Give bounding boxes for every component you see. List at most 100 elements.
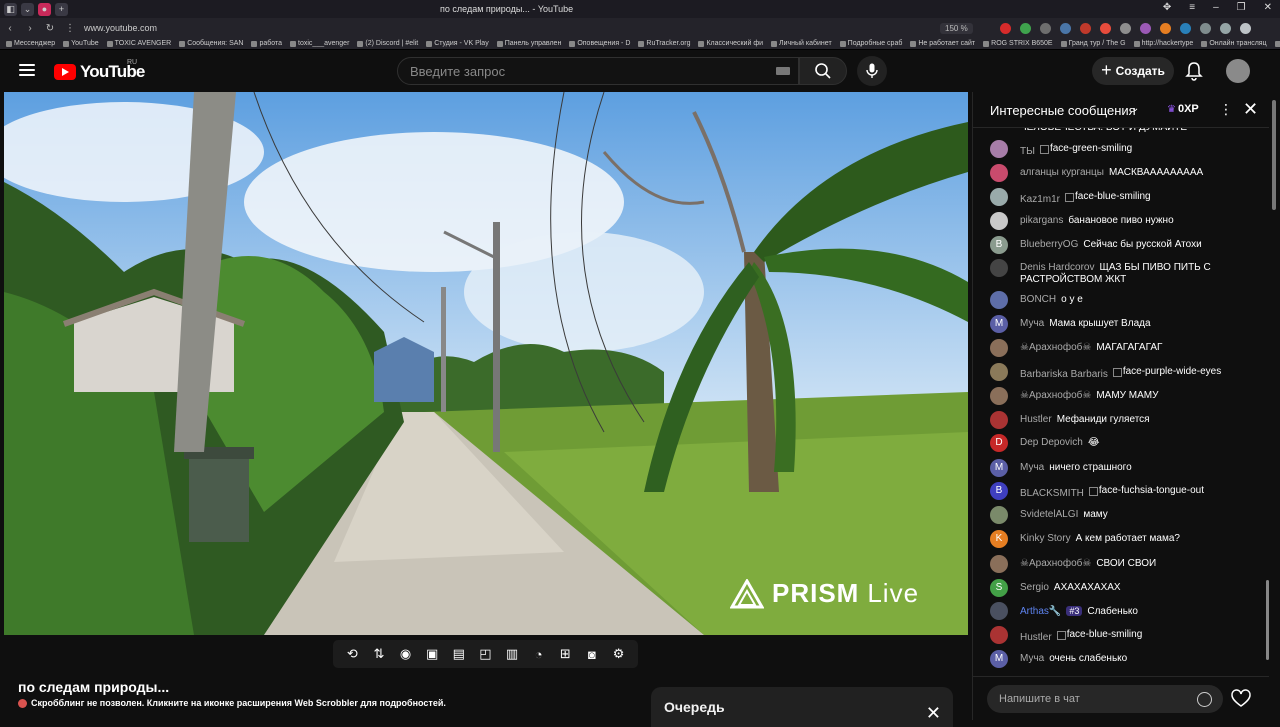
chevron-down-icon[interactable]: ⌄ (1131, 103, 1139, 114)
chat-author-avatar[interactable]: М (990, 650, 1008, 668)
chat-author-avatar[interactable]: B (990, 236, 1008, 254)
clapper-icon[interactable]: ▤ (450, 646, 468, 662)
queue-close-icon[interactable]: ✕ (926, 703, 941, 724)
broadcast-icon[interactable]: ◉ (397, 646, 415, 662)
chat-author-name[interactable]: Hustler (1020, 414, 1052, 425)
chat-message[interactable]: Denis Hardcorov ЩАЗ БЫ ПИВО ПИТЬ С РАСТРО… (990, 259, 1260, 286)
scrobbler-icon[interactable] (1080, 23, 1091, 34)
chat-message[interactable]: Arthas🔧 #3 Слабенько (990, 602, 1260, 620)
chat-message[interactable]: Kaz1m1r face-blue-smiling (990, 188, 1260, 206)
bookmark-item[interactable]: Гранд тур / The G (1060, 40, 1126, 47)
xp-badge[interactable]: ♛ 0XP (1167, 103, 1199, 115)
chat-message[interactable]: ☠Арахнофоб☠ СВОИ СВОИ (990, 555, 1260, 573)
chat-author-avatar[interactable]: B (990, 482, 1008, 500)
chat-author-avatar[interactable] (990, 140, 1008, 158)
heart-icon[interactable] (1231, 689, 1251, 709)
extension-icon[interactable] (1160, 23, 1171, 34)
chat-author-name[interactable]: ☠Арахнофоб☠ (1020, 390, 1091, 401)
bookmark-item[interactable]: Студия - VK Play (426, 40, 489, 47)
chat-author-name[interactable]: Denis Hardcorov (1020, 262, 1094, 273)
chat-author-name[interactable]: SvidetelALGI (1020, 509, 1078, 520)
chat-author-name[interactable]: Kaz1m1r (1020, 194, 1060, 205)
extension-icon[interactable] (1180, 23, 1191, 34)
bookmark-item[interactable]: Классический фи (698, 40, 763, 47)
chat-author-avatar[interactable] (990, 363, 1008, 381)
chat-message[interactable]: ☠Арахнофоб☠ МАГАГАГАГАГ (990, 339, 1260, 357)
chat-author-name[interactable]: BlueberryOG (1020, 239, 1078, 250)
site-info-icon[interactable]: ⋮ (60, 23, 80, 34)
speed-gauge-icon[interactable]: ◔ (530, 646, 548, 662)
chat-author-name[interactable]: Муча (1020, 318, 1044, 329)
close-chat-icon[interactable]: ✕ (1243, 99, 1258, 120)
youtube-tab[interactable]: ● (38, 2, 51, 16)
chat-author-avatar[interactable] (990, 164, 1008, 182)
forward-icon[interactable]: › (20, 23, 40, 34)
chat-message[interactable]: B BLACKSMITH face-fuchsia-tongue-out (990, 482, 1260, 500)
bookmark-item[interactable]: TOXIC AVENGER (106, 40, 171, 47)
chat-message[interactable]: S Sergio АХАХАХАХАХ (990, 579, 1260, 597)
chat-author-name[interactable]: Муча (1020, 653, 1044, 664)
account-avatar[interactable] (1226, 59, 1250, 83)
tab-list-icon[interactable]: ≡ (1189, 2, 1195, 13)
loop-icon[interactable]: ⟲ (343, 646, 361, 662)
chat-author-avatar[interactable] (990, 626, 1008, 644)
new-tab-button[interactable]: + (55, 2, 68, 16)
chat-message[interactable]: ТЫ face-green-smiling (990, 140, 1260, 158)
add-to-playlist-icon[interactable]: ⊞ (556, 646, 574, 662)
chat-message[interactable]: Barbariska Barbaris face-purple-wide-eyes (990, 363, 1260, 381)
page-scrollbar-thumb[interactable] (1272, 100, 1276, 210)
bookmark-item[interactable]: (2) Discord | #elit (357, 40, 418, 47)
extension-icon[interactable] (1040, 23, 1051, 34)
back-icon[interactable]: ‹ (0, 23, 20, 34)
chat-message[interactable]: B BlueberryOG Сейчас бы русской Атохи (990, 236, 1260, 254)
minimize-button[interactable]: – (1213, 2, 1219, 13)
chat-message[interactable]: D Dep Depovich 😂 (990, 434, 1260, 452)
chat-author-avatar[interactable] (990, 387, 1008, 405)
menu-icon[interactable] (19, 64, 35, 76)
bookmark-item[interactable]: Мессенджер (6, 40, 55, 47)
chat-author-name[interactable]: Муча (1020, 462, 1044, 473)
chat-message[interactable]: SvidetelALGI маму (990, 506, 1260, 524)
chat-message[interactable]: М Муча ничего страшного (990, 459, 1260, 477)
chat-author-avatar[interactable] (990, 212, 1008, 230)
chat-author-avatar[interactable]: K (990, 530, 1008, 548)
chat-author-name[interactable]: Sergio (1020, 582, 1049, 593)
create-button[interactable]: + Создать (1092, 57, 1174, 85)
url-field[interactable]: www.youtube.com (84, 23, 384, 33)
chat-author-avatar[interactable] (990, 506, 1008, 524)
chat-message-list[interactable]: ЧЕЛОВЕЧЕСТВА. ВОТ И ДУМАЙТЕ ТЫ face-green-… (973, 128, 1269, 676)
chat-author-name[interactable]: Arthas🔧 (1020, 606, 1061, 617)
reload-icon[interactable]: ↻ (40, 23, 60, 34)
chat-author-name[interactable]: ☠Арахнофоб☠ (1020, 342, 1091, 353)
chat-author-name[interactable]: Hustler (1020, 632, 1052, 643)
extension-icon[interactable] (1120, 23, 1131, 34)
chat-message[interactable]: М Муча Мама крышует Влада (990, 315, 1260, 333)
chat-author-avatar[interactable] (990, 555, 1008, 573)
chat-message[interactable]: BONCH о у е (990, 291, 1260, 309)
chat-author-name[interactable]: алганцы курганцы (1020, 167, 1104, 178)
zoom-indicator[interactable]: 150 % (940, 23, 973, 34)
chat-author-avatar[interactable] (990, 339, 1008, 357)
bookmark-item[interactable]: Личный кабинет (771, 40, 832, 47)
chat-author-avatar[interactable] (990, 291, 1008, 309)
chat-author-avatar[interactable] (990, 259, 1008, 277)
bookmark-item[interactable]: Сообщения: SAN (179, 40, 243, 47)
chat-author-avatar[interactable] (990, 411, 1008, 429)
tab-dropdown-icon[interactable]: ⌄ (21, 2, 34, 16)
chat-author-name[interactable]: pikargans (1020, 215, 1063, 226)
more-options-icon[interactable]: ⋮ (1219, 101, 1233, 118)
chat-author-name[interactable]: ☠Арахнофоб☠ (1020, 558, 1091, 569)
bookmark-item[interactable]: RuTracker.org (638, 40, 690, 47)
chat-message[interactable]: алганцы курганцы МАСКВААААААААА (990, 164, 1260, 182)
bookmark-item[interactable]: Не работает сайт (910, 40, 975, 47)
chat-message[interactable]: Hustler Мефаниди гуляется (990, 411, 1260, 429)
chat-author-avatar[interactable]: М (990, 315, 1008, 333)
chat-author-name[interactable]: Kinky Story (1020, 533, 1071, 544)
chat-author-name[interactable]: Barbariska Barbaris (1020, 369, 1108, 380)
profile-icon[interactable] (1220, 23, 1231, 34)
bookmark-item[interactable]: Панель управлен (496, 40, 561, 47)
chat-message[interactable]: Hustler face-blue-smiling (990, 626, 1260, 644)
download-icon[interactable] (1020, 23, 1031, 34)
chat-input[interactable] (987, 685, 1223, 713)
chat-scrollbar-thumb[interactable] (1266, 580, 1269, 660)
